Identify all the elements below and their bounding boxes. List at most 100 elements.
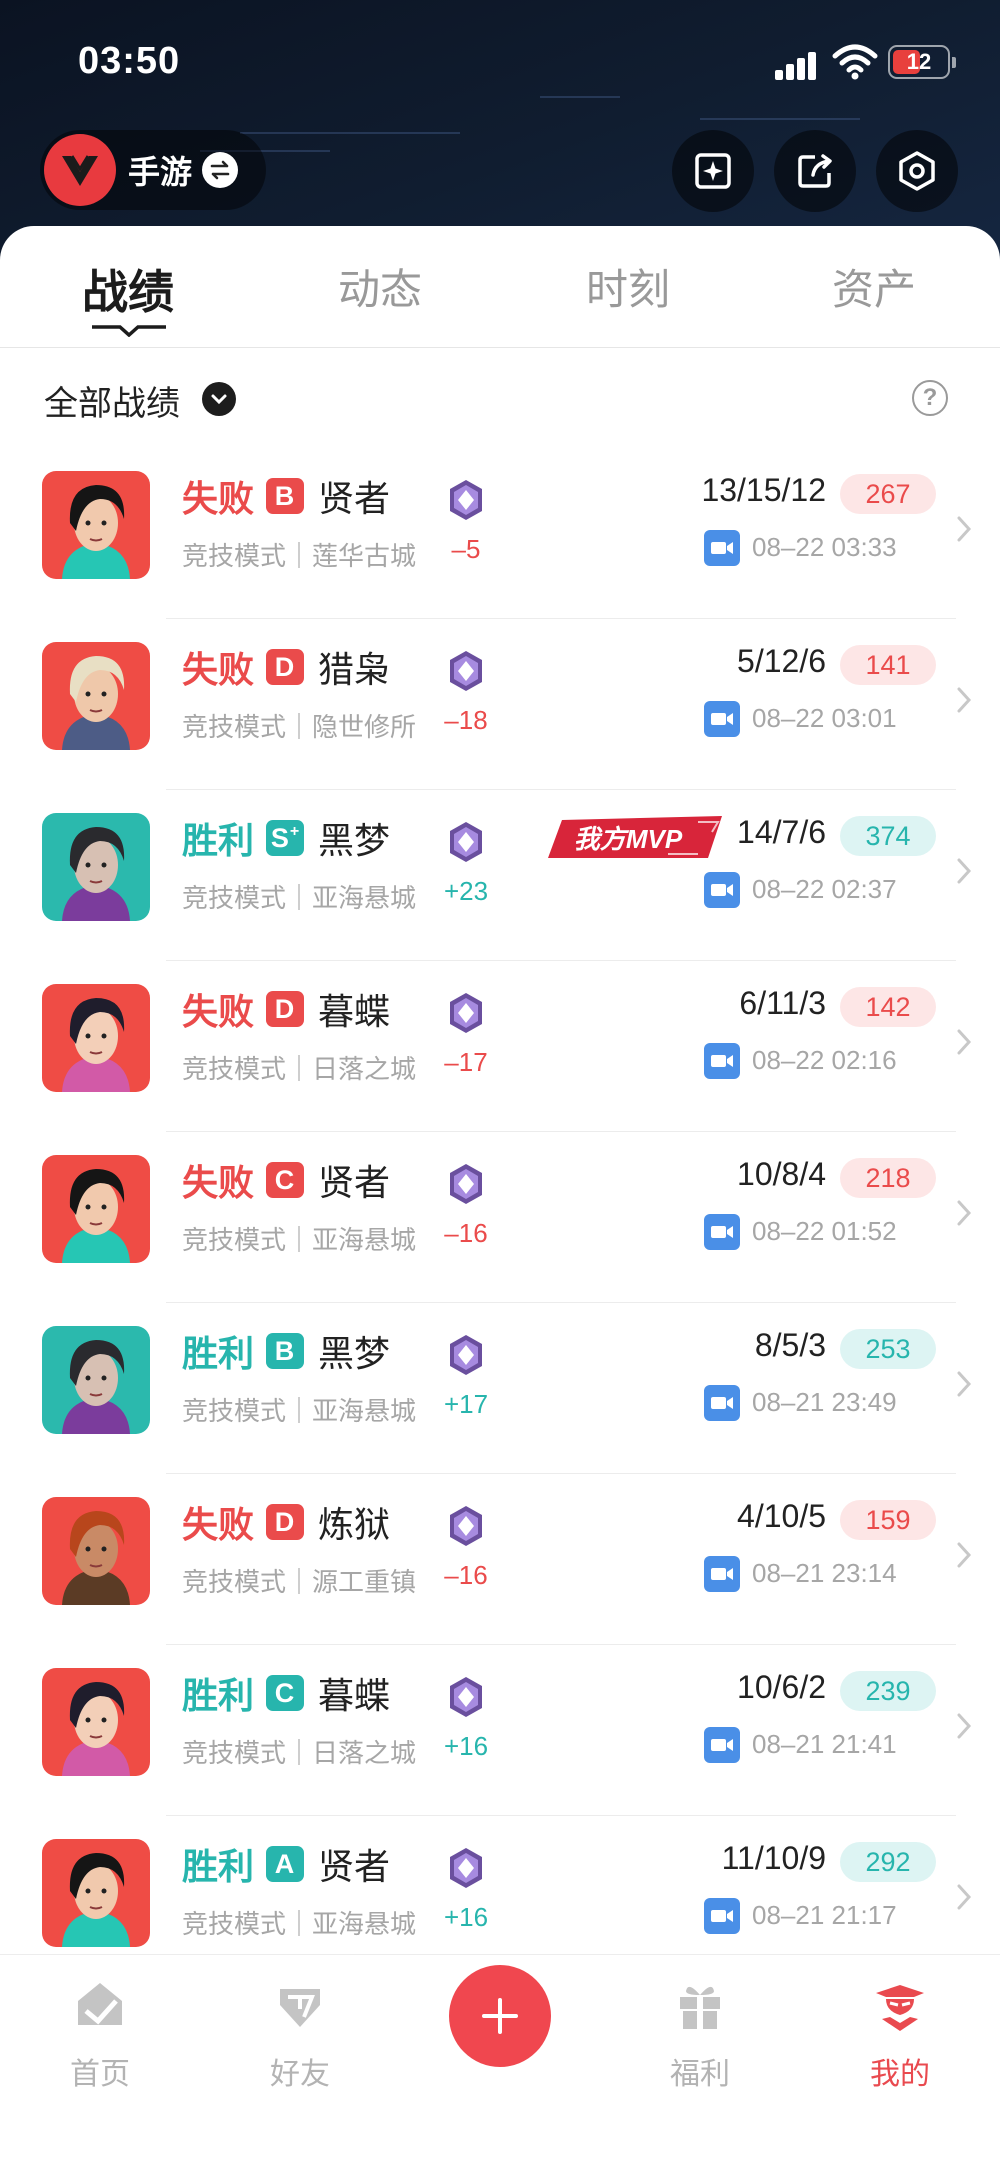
rank-icon [444, 649, 488, 693]
match-result: 失败 [182, 1505, 255, 1546]
friends-icon [280, 1989, 320, 2027]
settings-button[interactable] [876, 130, 958, 212]
tab-moments[interactable]: 时刻 [538, 256, 718, 317]
game-switcher[interactable]: 手游 [40, 130, 266, 210]
grade-letter: C [274, 1164, 295, 1195]
rank-icon [444, 1504, 488, 1548]
match-row[interactable]: 失败 D 炼狱 竞技模式｜源工重镇 –16 4/10/5 159 08–21 23:14 [0, 1474, 1000, 1645]
grade-letter: S [270, 822, 289, 853]
hero-name: 贤者 [318, 1163, 391, 1204]
match-result: 胜利 [182, 1676, 255, 1717]
hero-avatar [42, 813, 150, 921]
add-card-button[interactable] [672, 130, 754, 212]
video-replay-icon[interactable] [704, 1043, 740, 1079]
match-row[interactable]: 胜利 B 黑梦 竞技模式｜亚海悬城 +17 8/5/3 253 08–21 23:49 [0, 1303, 1000, 1474]
nav-friends[interactable]: 好友 [240, 1975, 360, 2093]
match-score: 239 [840, 1671, 936, 1711]
nav-rewards[interactable]: 福利 [640, 1975, 760, 2093]
grade-letter: D [274, 1506, 295, 1537]
match-row[interactable]: 失败 B 贤者 竞技模式｜莲华古城 –5 13/15/12 267 08–22 03:33 [0, 448, 1000, 619]
help-icon[interactable]: ? [912, 380, 948, 416]
grade-badge: B [266, 478, 304, 514]
match-result: 失败 [182, 992, 255, 1033]
match-result: 胜利 [182, 1334, 255, 1375]
tab-activity[interactable]: 动态 [290, 256, 470, 317]
video-replay-icon[interactable] [704, 872, 740, 908]
chevron-right-icon [954, 1540, 974, 1570]
grade-plus: + [289, 823, 300, 840]
grade-badge: D [266, 649, 304, 685]
match-row[interactable]: 胜利 A 贤者 竞技模式｜亚海悬城 +16 11/10/9 292 08–21 21:17 [0, 1816, 1000, 1954]
hero-name: 贤者 [318, 1847, 391, 1888]
nav-profile-label: 我的 [870, 2057, 930, 2092]
match-row[interactable]: 失败 D 暮蝶 竞技模式｜日落之城 –17 6/11/3 142 08–22 02:16 [0, 961, 1000, 1132]
chevron-right-icon [954, 856, 974, 886]
nav-home[interactable]: 首页 [40, 1975, 160, 2093]
hero-avatar [42, 1668, 150, 1776]
chevron-right-icon [954, 1198, 974, 1228]
hero-avatar [42, 642, 150, 750]
match-score: 142 [840, 987, 936, 1027]
filter-row: 全部战绩 ? [0, 348, 1000, 448]
signal-icon [775, 50, 819, 80]
game-logo-icon [44, 134, 116, 206]
rank-points-delta: –16 [444, 1218, 488, 1248]
kda: 10/8/4 [737, 1156, 826, 1192]
match-row[interactable]: 失败 D 猎枭 竞技模式｜隐世修所 –18 5/12/6 141 08–22 03:01 [0, 619, 1000, 790]
mvp-badge-label: 我方MVP [574, 824, 683, 854]
video-replay-icon[interactable] [704, 1727, 740, 1763]
plus-icon [482, 1998, 518, 2034]
hero-avatar [42, 1326, 150, 1434]
match-date: 08–22 03:33 [752, 532, 897, 562]
chevron-right-icon [954, 685, 974, 715]
match-row[interactable]: 胜利 S + 黑梦 竞技模式｜亚海悬城 +23 我方MVP 14/7/6 374 08–22 02… [0, 790, 1000, 961]
tab-records[interactable]: 战绩 [38, 256, 218, 322]
filter-dropdown[interactable]: 全部战绩 [44, 376, 180, 425]
grade-badge: S + [266, 820, 304, 856]
match-result: 失败 [182, 479, 255, 520]
grade-badge: D [266, 1504, 304, 1540]
match-row[interactable]: 失败 C 贤者 竞技模式｜亚海悬城 –16 10/8/4 218 08–22 01:52 [0, 1132, 1000, 1303]
grade-badge: C [266, 1675, 304, 1711]
match-date: 08–22 02:16 [752, 1045, 897, 1075]
tab-assets[interactable]: 资产 [784, 256, 964, 317]
rank-points-delta: –5 [451, 534, 481, 564]
match-mode-map: 竞技模式｜亚海悬城 [182, 1226, 417, 1256]
rank-icon [444, 1846, 488, 1890]
video-replay-icon[interactable] [704, 1214, 740, 1250]
grade-badge: A [266, 1846, 304, 1882]
rank-icon [444, 820, 488, 864]
hero-avatar [42, 984, 150, 1092]
grade-letter: D [274, 651, 295, 682]
sparkle-card-icon [695, 153, 731, 189]
match-score: 292 [840, 1842, 936, 1882]
match-row[interactable]: 胜利 C 暮蝶 竞技模式｜日落之城 +16 10/6/2 239 08–21 21:41 [0, 1645, 1000, 1816]
chevron-right-icon [954, 514, 974, 544]
match-mode-map: 竞技模式｜隐世修所 [182, 713, 417, 743]
match-result: 胜利 [182, 1847, 255, 1888]
share-button[interactable] [774, 130, 856, 212]
video-replay-icon[interactable] [704, 1898, 740, 1934]
grade-badge: B [266, 1333, 304, 1369]
grade-letter: B [274, 480, 295, 511]
video-replay-icon[interactable] [704, 530, 740, 566]
battery-level: 12 [906, 49, 932, 74]
video-replay-icon[interactable] [704, 1385, 740, 1421]
hero-name: 炼狱 [318, 1505, 391, 1546]
hero-avatar [42, 1497, 150, 1605]
nav-profile[interactable]: 我的 [840, 1975, 960, 2093]
mvp-badge: 我方MVP [548, 816, 722, 858]
match-score: 159 [840, 1500, 936, 1540]
match-score: 267 [840, 474, 936, 514]
kda: 5/12/6 [737, 643, 826, 679]
hero-name: 猎枭 [318, 650, 391, 691]
video-replay-icon[interactable] [704, 1556, 740, 1592]
create-post-button[interactable] [449, 1965, 551, 2067]
video-replay-icon[interactable] [704, 701, 740, 737]
rank-points-delta: +23 [443, 876, 489, 906]
hero-name: 黑梦 [318, 1334, 391, 1375]
rank-points-delta: +17 [443, 1389, 489, 1419]
game-name: 手游 [128, 153, 193, 191]
chevron-down-icon[interactable] [202, 382, 236, 416]
rank-icon [444, 478, 488, 522]
